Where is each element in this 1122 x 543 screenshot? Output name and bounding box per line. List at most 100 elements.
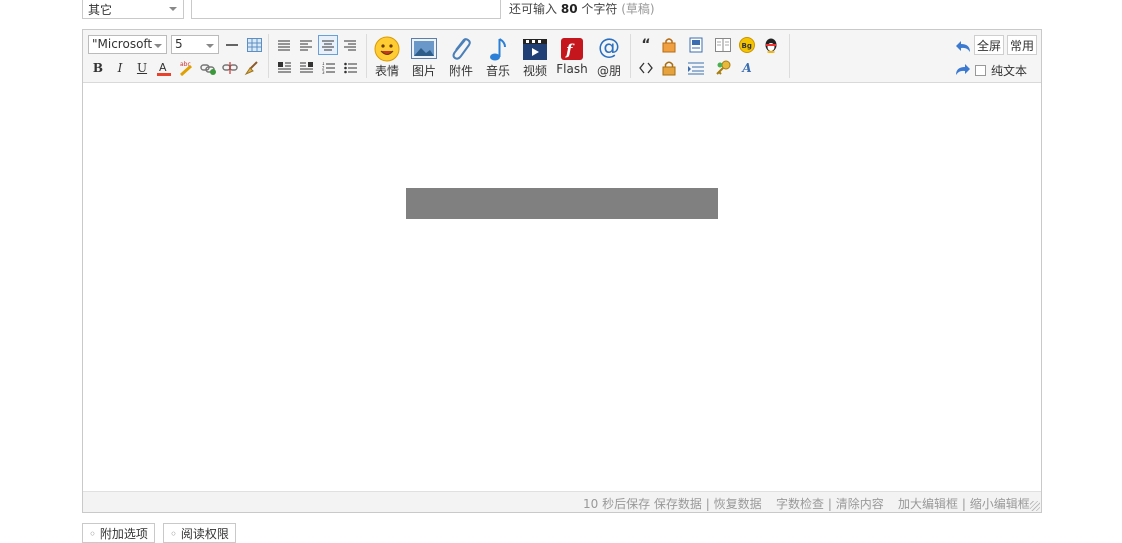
underline-icon[interactable]: U [132, 58, 152, 78]
video-label: 视频 [522, 64, 547, 78]
undo-icon[interactable] [953, 36, 973, 56]
horizontal-rule-icon[interactable] [222, 35, 242, 55]
redo-icon[interactable] [953, 59, 973, 79]
hidden-content-icon[interactable] [659, 35, 679, 55]
font-size-select[interactable]: 5 [171, 35, 219, 54]
float-left-icon[interactable] [274, 58, 294, 78]
toolbar-separator [630, 34, 631, 78]
music-label: 音乐 [485, 64, 510, 78]
font-family-value: "Microsoft [92, 37, 153, 51]
font-family-select[interactable]: "Microsoft [88, 35, 167, 54]
ordered-list-icon[interactable]: 123 [318, 58, 338, 78]
align-left-icon[interactable] [296, 35, 316, 55]
table-icon[interactable] [244, 35, 264, 55]
qq-penguin-icon[interactable] [761, 35, 781, 55]
key-icon[interactable] [713, 58, 733, 78]
attachment-label: 附件 [448, 64, 473, 78]
unlink-icon[interactable] [220, 58, 240, 78]
word-check-link[interactable]: 字数检查 [776, 497, 824, 511]
background-icon[interactable]: Bg [737, 35, 757, 55]
quote-icon[interactable]: “ [636, 35, 656, 55]
music-note-icon [479, 34, 517, 62]
toolbar-separator [789, 34, 790, 78]
enlarge-editor-link[interactable]: 加大编辑框 [898, 497, 958, 511]
restore-data-link[interactable]: 恢复数据 [714, 497, 762, 511]
save-data-link[interactable]: 保存数据 [654, 497, 702, 511]
font-color-icon[interactable]: A [154, 58, 174, 78]
flash-button[interactable]: f Flash [553, 34, 591, 80]
flash-label: Flash [556, 62, 588, 76]
char-remaining-hint: 还可输入 80 个字符 (草稿) [509, 0, 655, 17]
thread-type-select[interactable]: 其它 [82, 0, 184, 19]
bold-icon[interactable]: B [88, 58, 108, 78]
emoji-button[interactable]: 表情 [368, 34, 406, 80]
image-button[interactable]: 图片 [405, 34, 443, 80]
mention-label: @朋 [596, 64, 621, 78]
film-clapper-icon [516, 34, 554, 62]
chevron-down-icon [169, 7, 177, 11]
at-sign-icon: @ [598, 35, 620, 60]
draft-link[interactable]: (草稿) [621, 2, 654, 16]
svg-text:Bg: Bg [742, 42, 752, 50]
flash-icon: f [553, 34, 591, 62]
editor-toolbar: "Microsoft 5 B I U A abc 1 2 3 表情 图片 附件 … [83, 30, 1041, 83]
plain-text-toggle[interactable]: 纯文本 [975, 62, 1027, 79]
align-right-icon[interactable] [340, 35, 360, 55]
image-label: 图片 [411, 64, 436, 78]
chevron-down-icon [154, 44, 162, 48]
align-center-icon[interactable] [318, 35, 338, 55]
title-input[interactable] [191, 0, 501, 19]
code-icon[interactable] [636, 58, 656, 78]
paperclip-icon [442, 34, 480, 62]
resize-grip-icon[interactable] [1030, 501, 1040, 511]
image-icon [405, 34, 443, 62]
align-justify-icon[interactable] [274, 35, 294, 55]
loading-placeholder-bar [406, 188, 718, 219]
free-content-icon[interactable] [686, 35, 706, 55]
highlight-color-icon[interactable]: abc [176, 58, 196, 78]
plain-text-checkbox[interactable] [975, 65, 986, 76]
autosave-countdown: 10 秒后保存 保存数据 | 恢复数据 [583, 495, 762, 512]
attachment-button[interactable]: 附件 [442, 34, 480, 80]
float-right-icon[interactable] [296, 58, 316, 78]
password-icon[interactable] [686, 58, 706, 78]
page-break-icon[interactable] [713, 35, 733, 55]
char-left-suffix: 个字符 [581, 2, 618, 16]
toolbar-separator [268, 34, 269, 78]
post-header-row: 其它 还可输入 80 个字符 (草稿) [0, 0, 1122, 20]
lock-icon[interactable] [659, 58, 679, 78]
status-divider: | [705, 497, 710, 511]
content-tools: 字数检查 | 清除内容 [776, 495, 884, 512]
italic-icon[interactable]: I [110, 58, 130, 78]
tab-extra-options-label: 附加选项 [99, 527, 148, 541]
editor-statusbar: 10 秒后保存 保存数据 | 恢复数据 字数检查 | 清除内容 加大编辑框 | … [83, 491, 1041, 512]
music-button[interactable]: 音乐 [479, 34, 517, 80]
editor-resize-tools: 加大编辑框 | 缩小编辑框 [898, 495, 1030, 512]
insert-link-icon[interactable] [198, 58, 218, 78]
chevron-down-icon [206, 44, 214, 48]
unordered-list-icon[interactable] [340, 58, 360, 78]
status-divider: | [827, 497, 832, 511]
svg-text:3: 3 [322, 70, 325, 74]
autosave-text: 10 秒后保存 [583, 497, 651, 511]
common-button[interactable]: 常用 [1007, 35, 1038, 55]
char-left-count: 80 [560, 2, 578, 16]
emoji-label: 表情 [374, 64, 399, 78]
svg-text:A: A [159, 61, 167, 74]
clear-content-link[interactable]: 清除内容 [836, 497, 884, 511]
mention-friend-button[interactable]: @ @朋 [590, 34, 628, 80]
editor-content-area[interactable] [83, 84, 1041, 491]
tab-extra-options[interactable]: ◦ 附加选项 [82, 523, 155, 543]
expand-dot-icon: ◦ [89, 527, 97, 541]
shrink-editor-link[interactable]: 缩小编辑框 [970, 497, 1030, 511]
toolbar-separator [366, 34, 367, 78]
smiley-face-icon [368, 34, 406, 62]
tab-read-permission-label: 阅读权限 [180, 527, 229, 541]
font-size-value: 5 [175, 37, 183, 51]
fullscreen-button[interactable]: 全屏 [974, 35, 1005, 55]
video-button[interactable]: 视频 [516, 34, 554, 80]
clear-format-brush-icon[interactable] [242, 58, 262, 78]
font-style-icon[interactable]: A [737, 58, 757, 78]
char-left-prefix: 还可输入 [509, 2, 558, 16]
tab-read-permission[interactable]: ◦ 阅读权限 [163, 523, 236, 543]
